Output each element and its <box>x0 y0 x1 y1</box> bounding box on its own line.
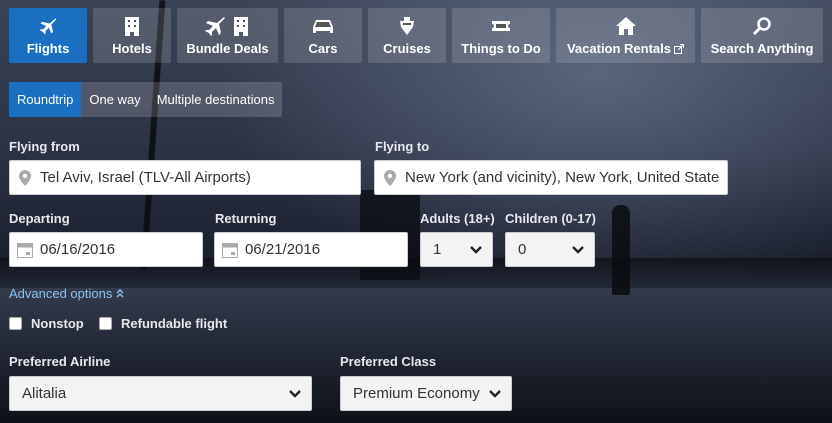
building-icon <box>123 15 141 37</box>
flying-from-value: Tel Aviv, Israel (TLV-All Airports) <box>40 169 251 186</box>
product-tabs: Flights Hotels Bundle Deals Cars Cruises… <box>9 8 823 63</box>
nonstop-label: Nonstop <box>31 316 84 331</box>
tab-label-text: Vacation Rentals <box>566 41 672 56</box>
preferred-airline-value: Alitalia <box>22 385 67 402</box>
flying-from-label: Flying from <box>9 139 80 154</box>
ship-icon <box>397 15 417 37</box>
double-chevron-up-icon <box>116 289 124 298</box>
tab-label: Cars <box>308 41 338 56</box>
returning-date-input[interactable]: 06/21/2016 <box>214 232 408 267</box>
preferred-class-value: Premium Economy <box>353 385 480 402</box>
search-icon <box>752 15 772 37</box>
tab-bundle-deals[interactable]: Bundle Deals <box>177 8 278 63</box>
departing-date-value: 06/16/2016 <box>40 241 116 258</box>
nonstop-option: Nonstop <box>9 316 84 331</box>
refundable-label: Refundable flight <box>121 316 228 331</box>
tab-label: Search Anything <box>710 41 814 56</box>
chevron-down-icon <box>489 389 501 398</box>
chevron-down-icon <box>470 245 482 254</box>
departing-label: Departing <box>9 211 70 226</box>
preferred-class-select[interactable]: Premium Economy <box>340 376 512 411</box>
tab-label: Bundle Deals <box>186 41 269 56</box>
tab-label: Things to Do <box>461 41 541 56</box>
tab-search-anything[interactable]: Search Anything <box>701 8 823 63</box>
trip-type-selector: Roundtrip One way Multiple destinations <box>9 82 283 117</box>
trip-type-one-way[interactable]: One way <box>81 82 148 117</box>
children-select[interactable]: 0 <box>505 232 595 267</box>
car-icon <box>312 15 334 37</box>
tab-hotels[interactable]: Hotels <box>93 8 171 63</box>
advanced-options-toggle[interactable]: Advanced options <box>9 286 124 301</box>
tab-vacation-rentals[interactable]: Vacation Rentals <box>556 8 695 63</box>
tab-label: Hotels <box>112 41 152 56</box>
location-pin-icon <box>375 169 405 186</box>
nonstop-checkbox[interactable] <box>9 317 22 330</box>
departing-date-input[interactable]: 06/16/2016 <box>9 232 203 267</box>
plane-icon <box>37 15 59 37</box>
adults-label: Adults (18+) <box>420 211 495 226</box>
tab-cars[interactable]: Cars <box>284 8 362 63</box>
external-link-icon <box>674 43 685 54</box>
preferred-airline-select[interactable]: Alitalia <box>9 376 312 411</box>
plane-building-icon <box>204 15 252 37</box>
flying-to-input[interactable]: New York (and vicinity), New York, Unite… <box>374 160 728 195</box>
tab-label: Flights <box>26 41 70 56</box>
returning-date-value: 06/21/2016 <box>245 241 321 258</box>
house-icon <box>615 15 637 37</box>
tab-things-to-do[interactable]: Things to Do <box>452 8 550 63</box>
trip-type-roundtrip[interactable]: Roundtrip <box>9 82 82 117</box>
tab-flights[interactable]: Flights <box>9 8 87 63</box>
flying-to-label: Flying to <box>375 139 430 154</box>
tab-label: Cruises <box>383 41 431 56</box>
flying-from-input[interactable]: Tel Aviv, Israel (TLV-All Airports) <box>9 160 361 195</box>
flying-to-value: New York (and vicinity), New York, Unite… <box>405 169 720 186</box>
location-pin-icon <box>10 169 40 186</box>
advanced-options-label: Advanced options <box>9 286 113 301</box>
tab-label: Vacation Rentals <box>566 41 685 56</box>
calendar-icon <box>10 242 40 258</box>
preferred-airline-label: Preferred Airline <box>9 354 111 369</box>
trip-type-multiple-destinations[interactable]: Multiple destinations <box>149 82 283 117</box>
children-label: Children (0-17) <box>505 211 597 226</box>
adults-select[interactable]: 1 <box>420 232 493 267</box>
refundable-option: Refundable flight <box>99 316 227 331</box>
calendar-icon <box>215 242 245 258</box>
preferred-class-label: Preferred Class <box>340 354 437 369</box>
chevron-down-icon <box>289 389 301 398</box>
children-value: 0 <box>518 241 527 258</box>
returning-label: Returning <box>215 211 277 226</box>
adults-value: 1 <box>433 241 442 258</box>
chevron-down-icon <box>572 245 584 254</box>
ticket-icon <box>490 15 512 37</box>
refundable-checkbox[interactable] <box>99 317 112 330</box>
tab-cruises[interactable]: Cruises <box>368 8 446 63</box>
